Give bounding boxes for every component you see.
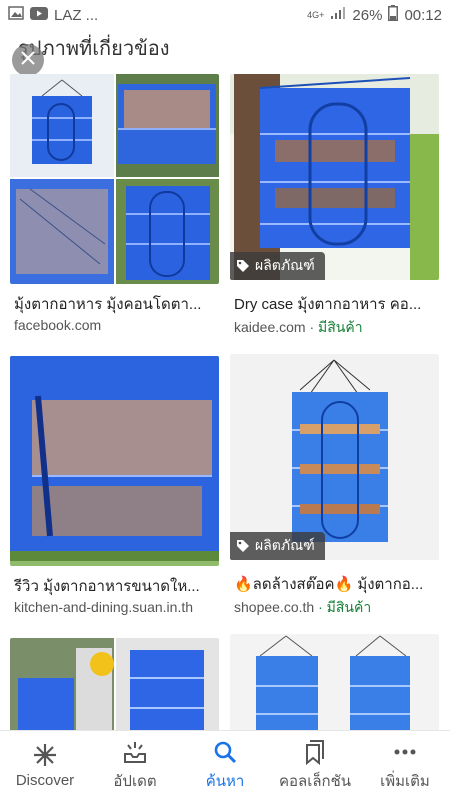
result-title[interactable]: มุ้งตากอาหาร มุ้งคอนโดตา... — [14, 292, 220, 316]
section-header: รูปภาพที่เกี่ยวข้อง — [0, 30, 450, 76]
battery-level: 26% — [352, 6, 383, 24]
nav-label: เพิ่มเติม — [380, 772, 430, 790]
result-thumbnail[interactable] — [10, 638, 219, 730]
result-thumbnail[interactable] — [10, 74, 219, 284]
discover-icon — [33, 742, 57, 768]
nav-search[interactable]: ค้นหา — [180, 731, 270, 800]
stock-status: · มีสินค้า — [318, 599, 372, 615]
close-button[interactable] — [12, 44, 44, 76]
result-card[interactable] — [230, 634, 440, 730]
status-left-text: LAZ ... — [54, 6, 99, 24]
updates-icon — [122, 739, 148, 765]
result-thumbnail[interactable]: ผลิตภัณฑ์ — [230, 74, 439, 280]
result-source: facebook.com — [14, 317, 220, 333]
more-icon — [393, 739, 417, 765]
nav-collections[interactable]: คอลเล็กชัน — [270, 731, 360, 800]
close-icon — [21, 50, 35, 70]
result-card[interactable]: ผลิตภัณฑ์ Dry case มุ้งตากอาหาร คอ... ka… — [230, 74, 440, 344]
network-type: 4G+ — [307, 10, 325, 20]
tag-icon — [236, 259, 250, 273]
result-card[interactable] — [10, 638, 220, 730]
nav-label: Discover — [15, 772, 75, 789]
result-thumbnail[interactable] — [10, 356, 219, 566]
signal-icon — [330, 6, 346, 24]
nav-label: ค้นหา — [205, 772, 245, 790]
result-card[interactable]: รีวิว มุ้งตากอาหารขนาดให... kitchen-and-… — [10, 356, 220, 626]
result-source: kaidee.com · มีสินค้า — [234, 317, 440, 339]
source-domain: kitchen-and-dining.suan.in.th — [14, 599, 194, 615]
tag-icon — [236, 539, 250, 553]
badge-label: ผลิตภัณฑ์ — [255, 257, 315, 273]
result-source: kitchen-and-dining.suan.in.th — [14, 599, 220, 615]
status-bar: LAZ ... 4G+ 26% 00:12 — [0, 0, 450, 30]
search-icon — [213, 739, 237, 765]
collections-icon — [304, 739, 326, 765]
result-title[interactable]: รีวิว มุ้งตากอาหารขนาดให... — [14, 574, 220, 598]
gallery-icon — [8, 6, 24, 24]
product-badge: ผลิตภัณฑ์ — [230, 532, 325, 560]
result-thumbnail[interactable]: ผลิตภัณฑ์ — [230, 354, 439, 560]
bottom-navigation: Discover อัปเดต ค้นหา คอลเล็กชัน เพิ่มเต… — [0, 730, 450, 800]
result-card[interactable]: ผลิตภัณฑ์ 🔥ลดล้างสต๊อค🔥 มุ้งตากอ... shop… — [230, 354, 440, 624]
result-thumbnail[interactable] — [230, 634, 439, 730]
source-domain: shopee.co.th — [234, 599, 315, 615]
image-results-grid: มุ้งตากอาหาร มุ้งคอนโดตา... facebook.com — [0, 74, 450, 730]
nav-label: คอลเล็กชัน — [278, 772, 352, 790]
nav-more[interactable]: เพิ่มเติม — [360, 731, 450, 800]
nav-updates[interactable]: อัปเดต — [90, 731, 180, 800]
source-domain: kaidee.com — [234, 319, 306, 335]
badge-label: ผลิตภัณฑ์ — [255, 537, 315, 553]
nav-discover[interactable]: Discover — [0, 731, 90, 800]
stock-status: · มีสินค้า — [309, 319, 363, 335]
result-source: shopee.co.th · มีสินค้า — [234, 597, 440, 619]
result-title[interactable]: Dry case มุ้งตากอาหาร คอ... — [234, 292, 440, 316]
clock: 00:12 — [404, 6, 442, 24]
result-card[interactable]: มุ้งตากอาหาร มุ้งคอนโดตา... facebook.com — [10, 74, 220, 344]
youtube-icon — [30, 6, 48, 24]
source-domain: facebook.com — [14, 317, 102, 333]
battery-icon — [388, 5, 399, 25]
nav-label: อัปเดต — [113, 772, 157, 790]
result-title[interactable]: 🔥ลดล้างสต๊อค🔥 มุ้งตากอ... — [234, 572, 440, 596]
product-badge: ผลิตภัณฑ์ — [230, 252, 325, 280]
